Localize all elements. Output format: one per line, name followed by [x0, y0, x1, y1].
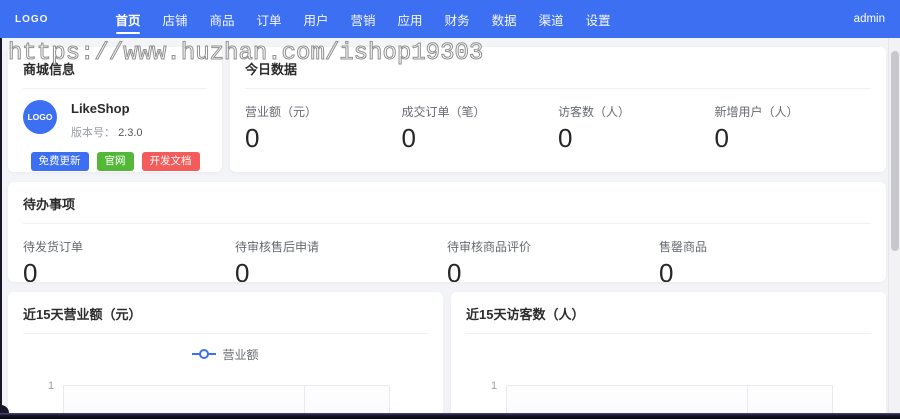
mall-info-title: 商城信息	[23, 59, 207, 89]
official-site-button[interactable]: 官网	[96, 152, 134, 171]
stat-value: 0	[714, 123, 729, 153]
nav-item-data[interactable]: 数据	[481, 0, 528, 38]
row-todo: 待办事项 待发货订单 0 待审核售后申请 0 待审核商品评价 0 售罄商品 0	[8, 182, 886, 282]
nav-item-marketing[interactable]: 营销	[340, 0, 387, 38]
nav-item-user[interactable]: 用户	[293, 0, 340, 38]
window-left-edge	[0, 38, 2, 419]
stat-value: 0	[23, 258, 38, 282]
stat-label: 新增用户（人）	[714, 105, 799, 119]
today-data-title: 今日数据	[245, 59, 871, 89]
mall-info-body: LOGO LikeShop 版本号： 2.3.0	[23, 100, 207, 140]
chart-legend: 营业额	[23, 344, 428, 364]
stat-pending-review: 待审核商品评价 0	[447, 238, 659, 282]
admin-user-menu[interactable]: admin	[854, 13, 885, 25]
y-axis-tick: 1	[491, 380, 498, 392]
line-series-legend-icon	[192, 353, 217, 355]
stat-label: 成交订单（笔）	[401, 105, 486, 119]
stat-value: 0	[659, 258, 674, 282]
stat-pending-aftersale: 待审核售后申请 0	[235, 238, 447, 282]
nav-item-finance[interactable]: 财务	[434, 0, 481, 38]
stat-value: 0	[558, 123, 573, 153]
stat-turnover: 营业额（元） 0	[245, 103, 402, 154]
stat-label: 售罄商品	[659, 240, 708, 254]
nav-item-home[interactable]: 首页	[104, 0, 151, 38]
nav-item-order[interactable]: 订单	[246, 0, 293, 38]
shop-version: 版本号： 2.3.0	[71, 124, 143, 140]
nav-item-shop[interactable]: 店铺	[151, 0, 198, 38]
legend-item-turnover[interactable]: 营业额	[192, 346, 259, 363]
turnover-chart-title: 近15天营业额（元）	[23, 304, 428, 334]
stat-label: 访客数（人）	[558, 105, 631, 119]
stat-label: 待审核商品评价	[447, 240, 532, 254]
mall-meta: LikeShop 版本号： 2.3.0	[71, 100, 143, 140]
turnover-chart-card: 近15天营业额（元） 营业额 1	[8, 292, 443, 419]
visitors-chart-card: 近15天访客数（人） 1	[451, 292, 886, 419]
nav-menu: 首页 店铺 商品 订单 用户 营销 应用 财务 数据 渠道 设置	[104, 0, 621, 38]
row-top: 商城信息 LOGO LikeShop 版本号： 2.3.0 免费更新 官网 开发…	[8, 47, 886, 172]
stat-soldout-goods: 售罄商品 0	[659, 238, 871, 282]
todo-card: 待办事项 待发货订单 0 待审核售后申请 0 待审核商品评价 0 售罄商品 0	[8, 182, 886, 282]
app-logo: LOGO	[15, 13, 49, 25]
stat-new-users: 新增用户（人） 0	[715, 103, 872, 154]
dev-docs-button[interactable]: 开发文档	[141, 152, 200, 171]
mall-info-card: 商城信息 LOGO LikeShop 版本号： 2.3.0 免费更新 官网 开发…	[8, 47, 222, 172]
nav-item-channel[interactable]: 渠道	[528, 0, 575, 38]
stat-value: 0	[401, 123, 416, 153]
y-axis-tick: 1	[48, 380, 55, 392]
visitors-chart-title: 近15天访客数（人）	[466, 304, 871, 334]
today-stats: 营业额（元） 0 成交订单（笔） 0 访客数（人） 0 新增用户（人） 0	[245, 103, 871, 154]
stat-visitors: 访客数（人） 0	[558, 103, 715, 154]
version-value: 2.3.0	[118, 127, 143, 139]
page-scrollbar[interactable]	[888, 38, 900, 419]
row-charts: 近15天营业额（元） 营业额 1 近15天访客数（人） 1	[8, 292, 886, 419]
todo-title: 待办事项	[23, 194, 871, 224]
stat-value: 0	[235, 258, 250, 282]
chart-legend-empty	[466, 344, 871, 364]
stat-label: 待发货订单	[23, 240, 84, 254]
stat-value: 0	[447, 258, 462, 282]
shop-name: LikeShop	[71, 101, 130, 116]
window-bottom-edge	[0, 413, 900, 419]
nav-item-goods[interactable]: 商品	[198, 0, 245, 38]
stat-orders: 成交订单（笔） 0	[402, 103, 559, 154]
mall-buttons: 免费更新 官网 开发文档	[23, 152, 207, 171]
top-navbar: LOGO 首页 店铺 商品 订单 用户 营销 应用 财务 数据 渠道 设置 ad…	[0, 0, 900, 38]
stat-label: 待审核售后申请	[235, 240, 320, 254]
version-label: 版本号：	[71, 127, 115, 139]
today-data-card: 今日数据 营业额（元） 0 成交订单（笔） 0 访客数（人） 0 新增用户（人）…	[230, 47, 886, 172]
scrollbar-thumb[interactable]	[891, 51, 899, 251]
stat-pending-shipment: 待发货订单 0	[23, 238, 235, 282]
stat-value: 0	[245, 123, 260, 153]
todo-stats: 待发货订单 0 待审核售后申请 0 待审核商品评价 0 售罄商品 0	[23, 238, 871, 282]
stat-label: 营业额（元）	[245, 105, 318, 119]
legend-label: 营业额	[222, 347, 259, 362]
main-content: 商城信息 LOGO LikeShop 版本号： 2.3.0 免费更新 官网 开发…	[8, 38, 886, 419]
nav-item-app[interactable]: 应用	[387, 0, 434, 38]
free-update-button[interactable]: 免费更新	[30, 152, 89, 171]
shop-logo-avatar: LOGO	[23, 100, 57, 134]
nav-item-settings[interactable]: 设置	[575, 0, 622, 38]
